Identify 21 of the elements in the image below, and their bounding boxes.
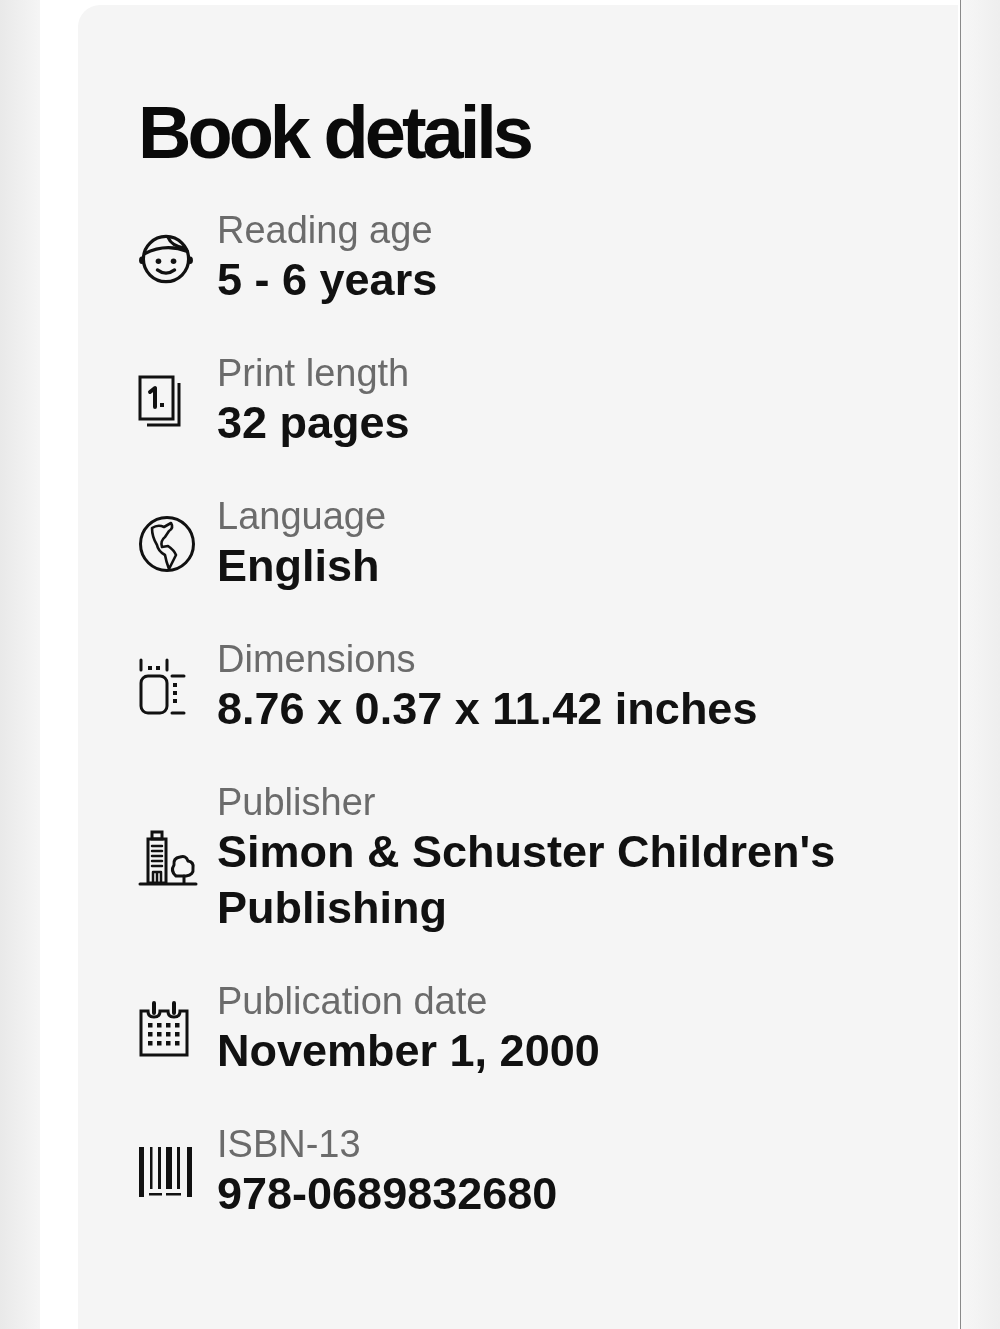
detail-label: Language [217,494,387,538]
detail-label: ISBN-13 [217,1122,362,1166]
numbered-page-icon [138,375,182,427]
building-with-tree-icon [138,829,198,887]
calendar-icon [138,1001,190,1057]
detail-value: November 1, 2000 [217,1024,600,1078]
detail-label: Reading age [217,208,434,252]
detail-label: Publisher [217,780,377,824]
detail-value: 32 pages [217,396,410,450]
globe-icon [138,515,196,573]
section-title: Book details [138,91,532,175]
detail-value: 8.76 x 0.37 x 11.42 inches [217,682,758,736]
box-dimensions-icon [138,658,186,716]
barcode-icon [138,1145,194,1199]
detail-label: Publication date [217,979,489,1023]
detail-value: 978-0689832680 [217,1167,558,1221]
detail-value: 5 - 6 years [217,253,438,307]
detail-value: English [217,539,381,593]
detail-label: Dimensions [217,637,417,681]
detail-label: Print length [217,351,410,395]
detail-value: Simon & Schuster Children's Publishing [217,825,837,935]
